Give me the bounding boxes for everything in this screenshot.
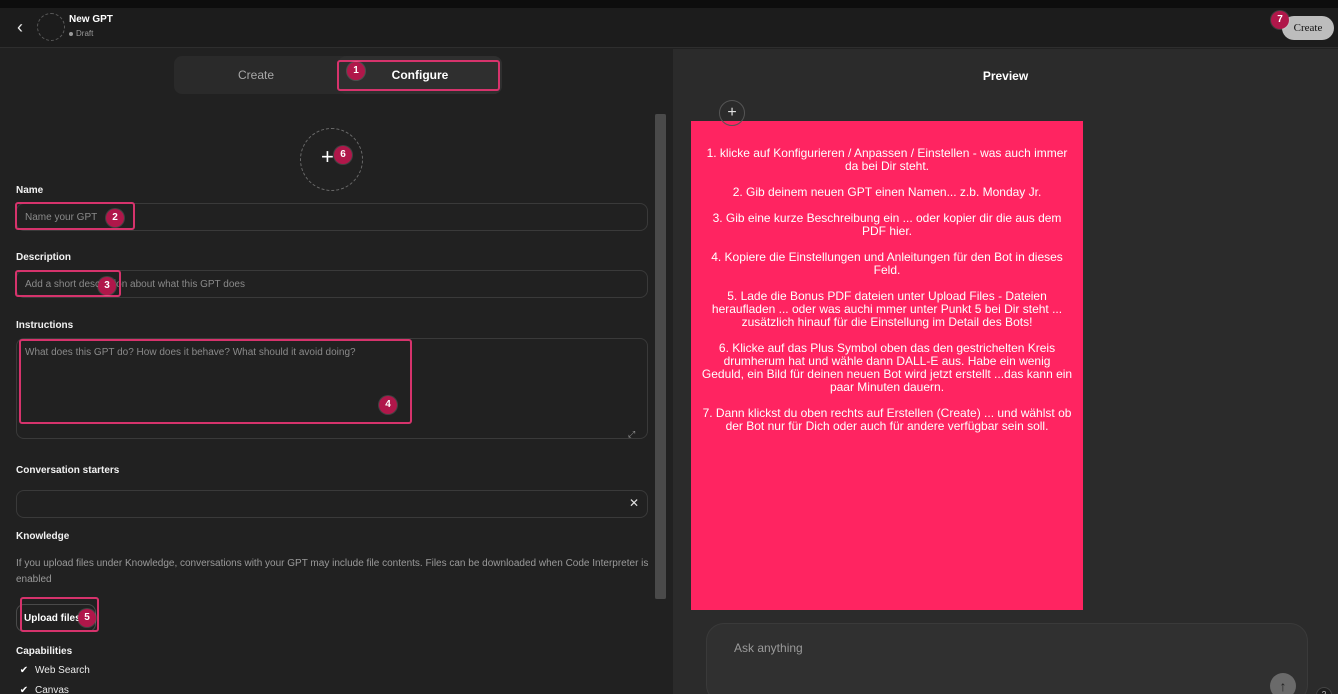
annotation-highlight-4 <box>19 339 412 424</box>
capabilities-label: Capabilities <box>16 646 73 657</box>
expand-icon[interactable]: ⤢ <box>628 429 635 440</box>
description-label: Description <box>16 252 72 263</box>
note-step-4: 4. Kopiere die Einstellungen und Anleitu… <box>711 250 1063 277</box>
status-dot-icon <box>69 31 73 36</box>
scrollbar-thumb[interactable] <box>655 114 666 599</box>
gpt-title: New GPT <box>69 14 113 25</box>
capability-canvas[interactable]: ✔ Canvas <box>18 685 69 694</box>
knowledge-help-text: If you upload files under Knowledge, con… <box>16 558 649 585</box>
gpt-avatar-placeholder <box>37 13 65 41</box>
preview-title: Preview <box>982 69 1029 83</box>
note-step-3: 3. Gib eine kurze Beschreibung ein ... o… <box>712 211 1062 238</box>
draft-status-label: Draft <box>76 29 94 38</box>
capability-label: Web Search <box>35 665 90 676</box>
name-label: Name <box>16 185 44 196</box>
annotation-badge-6: 6 <box>334 146 352 164</box>
note-step-6: 6. Klicke auf das Plus Symbol oben das d… <box>701 341 1073 394</box>
note-step-7: 7. Dann klickst du oben rechts auf Erste… <box>702 406 1072 433</box>
note-step-5: 5. Lade die Bonus PDF dateien unter Uplo… <box>711 289 1063 329</box>
annotation-badge-1: 1 <box>347 62 365 80</box>
gpt-builder-window: ‹ New GPT Draft Create 7 Create Configur… <box>0 8 1338 694</box>
annotation-badge-5: 5 <box>78 609 96 627</box>
conversation-starter-input[interactable] <box>16 490 648 518</box>
avatar-upload-button[interactable]: + <box>300 128 363 191</box>
tab-create[interactable]: Create <box>174 56 338 94</box>
message-composer <box>706 623 1308 694</box>
create-button[interactable]: Create <box>1282 16 1334 40</box>
annotation-badge-2: 2 <box>106 209 124 227</box>
capability-web-search[interactable]: ✔ Web Search <box>18 665 90 677</box>
annotation-badge-3: 3 <box>98 277 116 295</box>
configure-panel: Create Configure 1 + 6 Name 2 Descriptio… <box>0 49 672 694</box>
plus-icon: + <box>321 144 334 169</box>
note-step-1: 1. klicke auf Konfigurieren / Anpassen /… <box>706 146 1068 173</box>
instructions-label: Instructions <box>16 320 74 331</box>
annotation-badge-7: 7 <box>1271 11 1289 29</box>
draft-status: Draft <box>69 29 93 38</box>
conversation-starters-label: Conversation starters <box>16 465 120 476</box>
preview-panel: Preview 1. klicke auf Konfigurieren / An… <box>673 49 1338 694</box>
send-arrow-icon[interactable]: ↑ <box>1270 673 1296 694</box>
attach-plus-icon[interactable]: + <box>719 100 745 126</box>
clear-icon[interactable]: ✕ <box>622 490 646 516</box>
capability-label: Canvas <box>35 685 69 694</box>
back-arrow-icon[interactable]: ‹ <box>10 17 30 37</box>
message-input[interactable] <box>734 639 1134 657</box>
instruction-note: 1. klicke auf Konfigurieren / Anpassen /… <box>691 121 1083 610</box>
checkbox-checked-icon[interactable]: ✔ <box>18 685 30 694</box>
checkbox-checked-icon[interactable]: ✔ <box>18 665 30 677</box>
knowledge-label: Knowledge <box>16 531 70 542</box>
help-icon[interactable]: ? <box>1316 687 1332 694</box>
note-step-2: 2. Gib deinem neuen GPT einen Namen... z… <box>732 185 1042 199</box>
top-bar: ‹ New GPT Draft Create 7 <box>0 8 1338 48</box>
annotation-badge-4: 4 <box>379 396 397 414</box>
